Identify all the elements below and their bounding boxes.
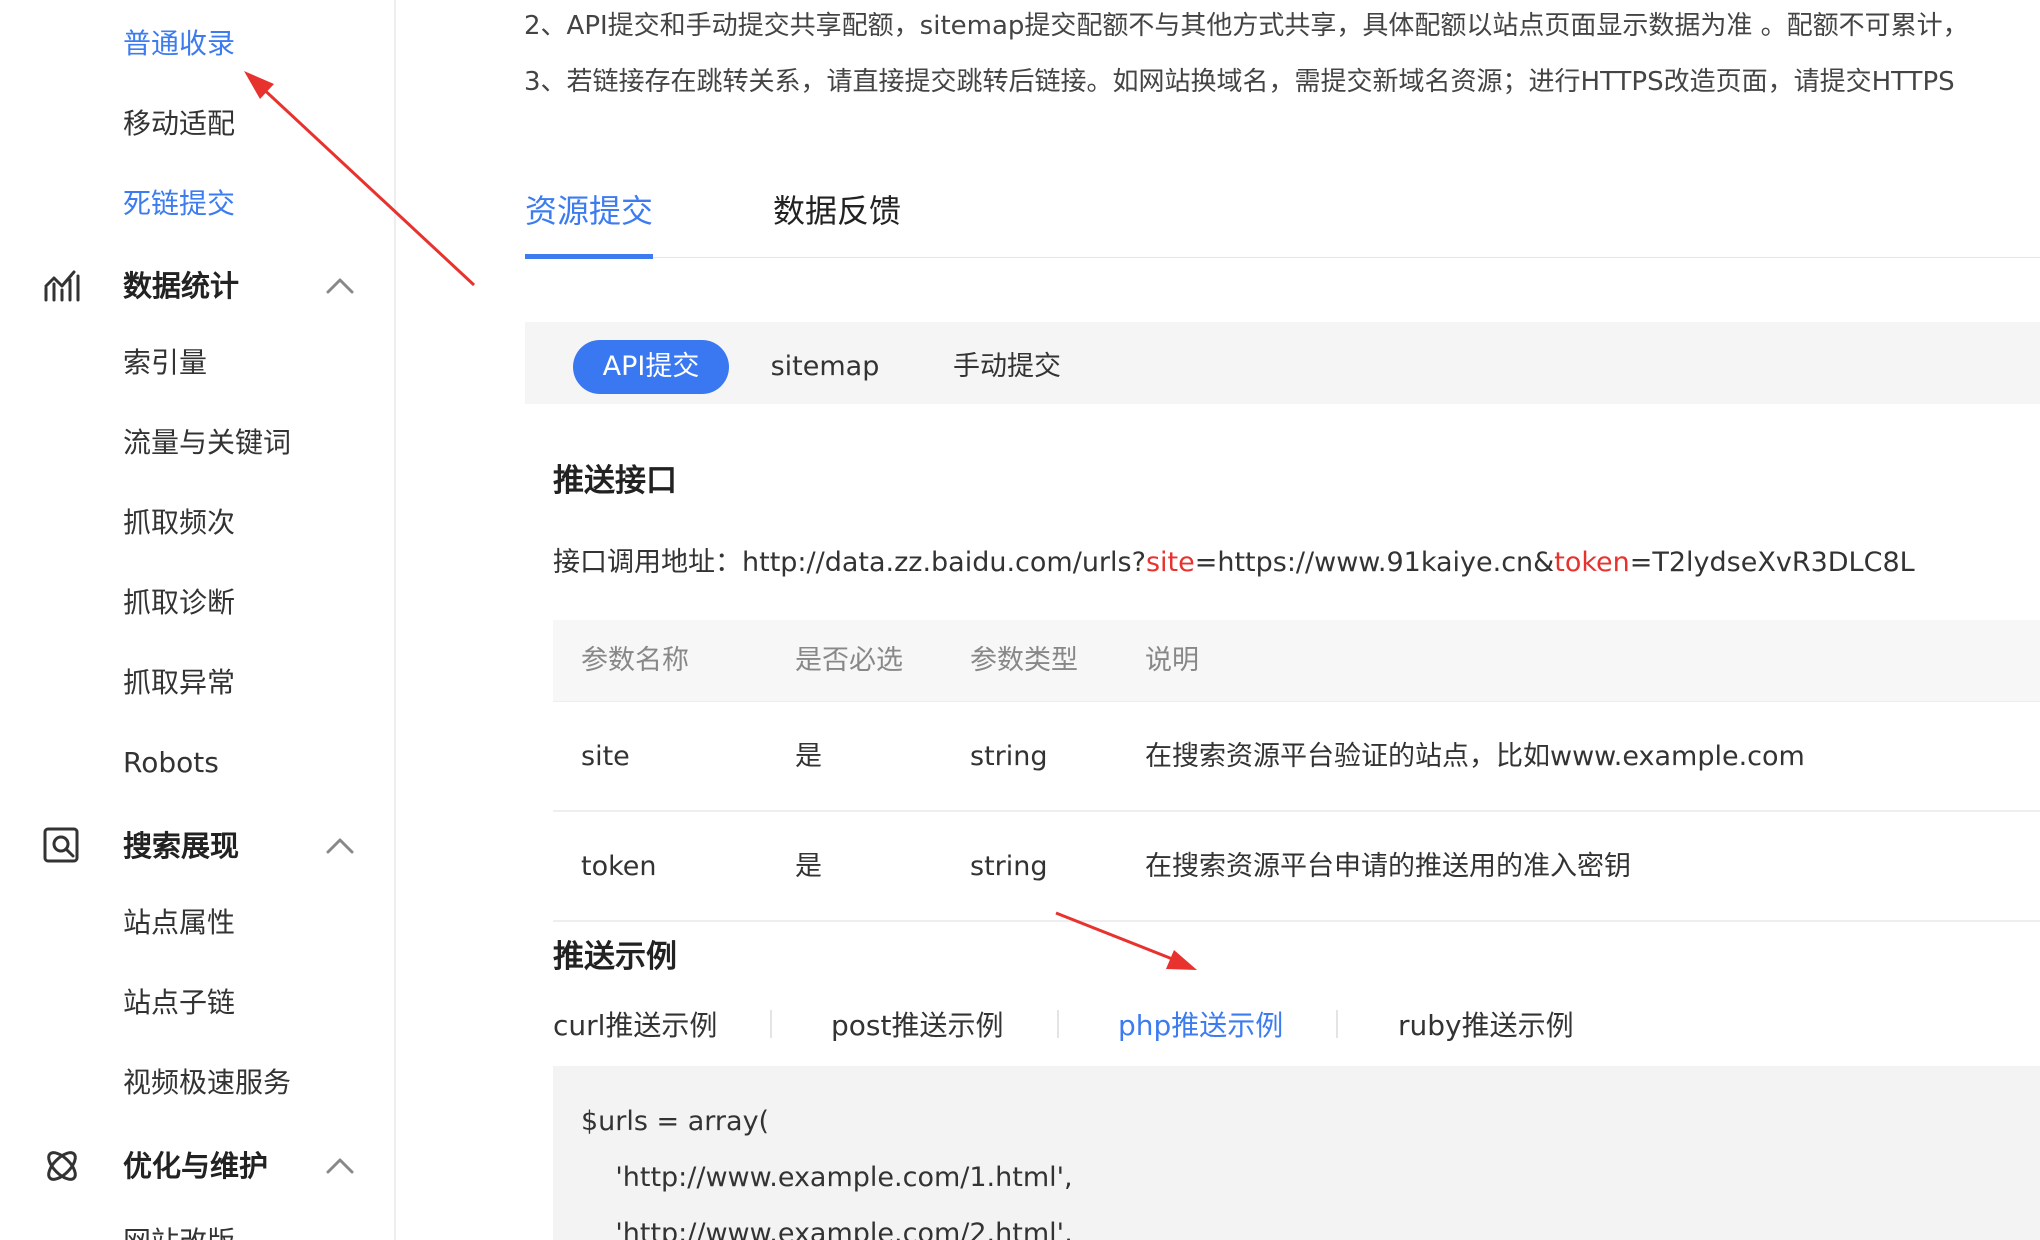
tab-separator [1057,1010,1059,1038]
sidebar-item-site-attributes[interactable]: 站点属性 [123,903,235,943]
sidebar-item-site-sublinks[interactable]: 站点子链 [123,983,235,1023]
example-tab-ruby[interactable]: ruby推送示例 [1398,1006,1574,1046]
table-row: site 是 string 在搜索资源平台验证的站点，比如www.example… [553,702,2040,812]
section-search-display[interactable]: 搜索展现 [0,816,396,876]
table-cell: 是 [795,741,822,772]
sidebar-item-normal-indexing[interactable]: 普通收录 [123,24,235,64]
subtab-manual-submit[interactable]: 手动提交 [937,340,1077,394]
tab-separator [1336,1010,1338,1038]
table-cell: 在搜索资源平台申请的推送用的准入密钥 [1145,851,1631,882]
search-display-icon [43,827,79,863]
api-token-value: =T2lydseXvR3DLC8L [1629,547,1915,578]
sidebar-item-crawl-frequency[interactable]: 抓取频次 [123,503,235,543]
notice-line-3: 3、若链接存在跳转关系，请直接提交跳转后链接。如网站换域名，需提交新域名资源；进… [524,67,1955,97]
table-cell: token [581,851,657,882]
sidebar-item-mobile-adaptation[interactable]: 移动适配 [123,104,235,144]
api-site-value: =https://www.91kaiye.cn& [1194,547,1555,578]
push-example-heading: 推送示例 [553,939,677,975]
sidebar: 普通收录 移动适配 死链提交 数据统计 索引量 流量与关键词 抓取频次 抓取诊断… [0,0,396,1240]
table-cell: site [581,741,630,772]
tab-resource-submit[interactable]: 资源提交 [525,186,653,236]
api-param-token: token [1554,547,1630,578]
sidebar-item-crawl-diagnosis[interactable]: 抓取诊断 [123,583,235,623]
column-header: 说明 [1145,645,1199,676]
optimize-icon [47,1151,77,1181]
code-line: 'http://www.example.com/1.html', [581,1162,1073,1193]
subtab-sitemap[interactable]: sitemap [755,340,895,394]
sidebar-item-crawl-errors[interactable]: 抓取异常 [123,663,235,703]
tabs-divider [525,257,2040,258]
code-example-block[interactable]: $urls = array( 'http://www.example.com/1… [553,1066,2040,1240]
sidebar-item-index-volume[interactable]: 索引量 [123,343,207,383]
example-tab-post[interactable]: post推送示例 [831,1006,1003,1046]
section-title: 优化与维护 [123,1149,269,1183]
table-header-row: 参数名称 是否必选 参数类型 说明 [553,620,2040,702]
table-row: token 是 string 在搜索资源平台申请的推送用的准入密钥 [553,812,2040,922]
parameter-table: 参数名称 是否必选 参数类型 说明 site 是 string 在搜索资源平台验… [553,620,2040,922]
section-title: 搜索展现 [123,829,240,863]
column-header: 参数类型 [970,645,1078,676]
example-tab-curl[interactable]: curl推送示例 [553,1006,717,1046]
submit-method-bar: API提交 sitemap 手动提交 [525,322,2040,404]
sidebar-item-traffic-keywords[interactable]: 流量与关键词 [123,423,291,463]
sidebar-item-robots[interactable]: Robots [123,743,219,783]
example-tab-php[interactable]: php推送示例 [1118,1006,1283,1046]
api-endpoint-line: 接口调用地址：http://data.zz.baidu.com/urls?sit… [553,543,1915,583]
app-root: 普通收录 移动适配 死链提交 数据统计 索引量 流量与关键词 抓取频次 抓取诊断… [0,0,2040,1240]
chevron-up-icon[interactable] [322,1148,358,1184]
column-header: 是否必选 [795,645,903,676]
section-optimize-maintain[interactable]: 优化与维护 [0,1136,396,1196]
api-endpoint-label: 接口调用地址： [553,547,742,578]
notice-line-2: 2、API提交和手动提交共享配额，sitemap提交配额不与其他方式共享，具体配… [524,11,1969,41]
subtab-api-submit[interactable]: API提交 [573,340,729,394]
sidebar-item-site-revision[interactable]: 网站改版 [123,1222,235,1240]
table-cell: 在搜索资源平台验证的站点，比如www.example.com [1145,741,1805,772]
active-tab-indicator [525,254,653,259]
section-title: 数据统计 [123,269,240,303]
tab-data-feedback[interactable]: 数据反馈 [773,186,901,236]
table-cell: 是 [795,851,822,882]
sidebar-item-video-fast-service[interactable]: 视频极速服务 [123,1063,291,1103]
chevron-up-icon[interactable] [322,268,358,304]
api-param-site: site [1145,547,1195,578]
code-line: 'http://www.example.com/2.html', [581,1218,1073,1240]
analytics-icon [44,270,80,302]
api-url-prefix: http://data.zz.baidu.com/urls? [742,547,1146,578]
code-line: $urls = array( [581,1106,770,1137]
main-content: 2、API提交和手动提交共享配额，sitemap提交配额不与其他方式共享，具体配… [396,0,2040,1240]
sidebar-item-dead-link-submit[interactable]: 死链提交 [123,184,235,224]
table-cell: string [970,741,1048,772]
chevron-up-icon[interactable] [322,828,358,864]
push-api-heading: 推送接口 [553,463,677,499]
column-header: 参数名称 [581,645,689,676]
table-cell: string [970,851,1048,882]
section-data-statistics[interactable]: 数据统计 [0,256,396,316]
tab-separator [770,1010,772,1038]
